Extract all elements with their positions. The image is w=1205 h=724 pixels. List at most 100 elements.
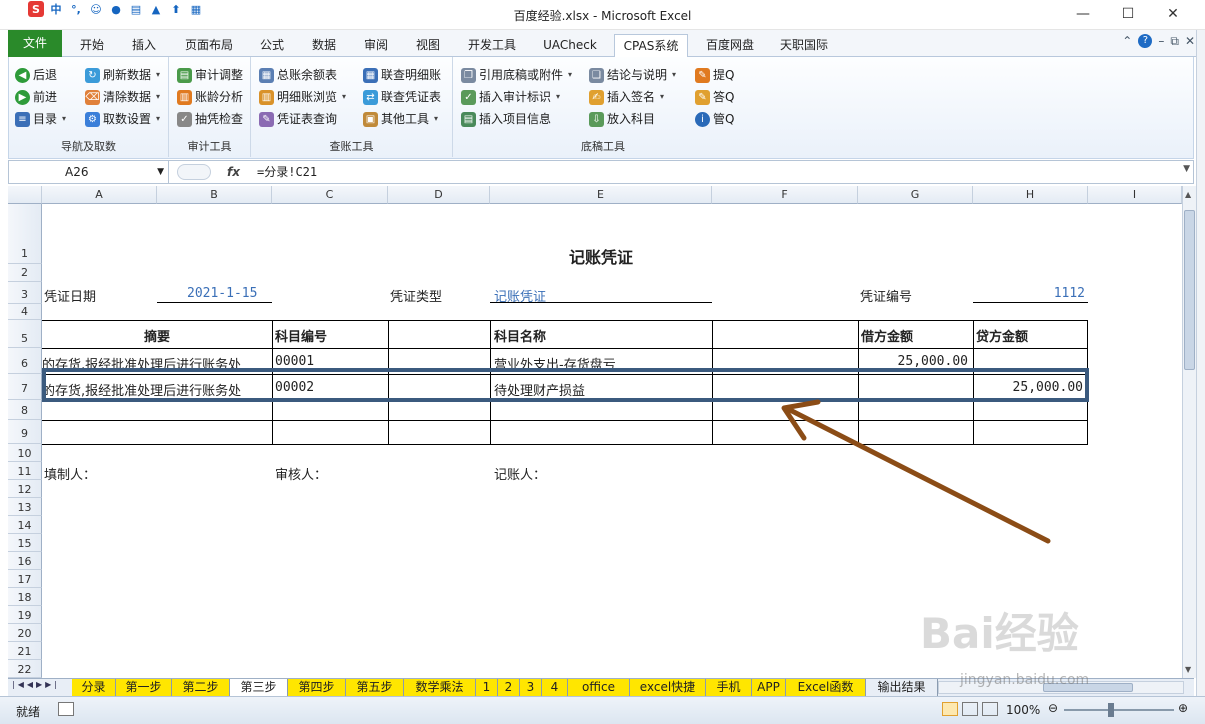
toc-button[interactable]: ≡ 目录 ▾ xyxy=(15,109,66,129)
clear-data-button[interactable]: ⌫ 清除数据 ▾ xyxy=(85,87,160,107)
reviewer-label[interactable]: 审核人： xyxy=(275,464,327,483)
tab-page-layout[interactable]: 页面布局 xyxy=(180,34,238,57)
row-header-13[interactable]: 13 xyxy=(8,498,42,516)
tab-data[interactable]: 数据 xyxy=(306,34,342,57)
sheet-tab[interactable]: excel快捷 xyxy=(630,679,706,696)
voucher-check-button[interactable]: ✓ 抽凭检查 xyxy=(177,109,243,129)
sheet-tab[interactable]: APP xyxy=(752,679,786,696)
row-header-18[interactable]: 18 xyxy=(8,588,42,606)
zoom-out-icon[interactable]: ⊖ xyxy=(1048,701,1058,715)
link-detail-button[interactable]: ▦ 联查明细账 xyxy=(363,65,441,85)
minimize-doc-icon[interactable]: – xyxy=(1158,34,1164,49)
row-header-22[interactable]: 22 xyxy=(8,660,42,678)
row-header-20[interactable]: 20 xyxy=(8,624,42,642)
entry-1-summary[interactable]: 的存货,报经批准处理后进行账务处 xyxy=(42,354,272,368)
sheet-tab[interactable]: 分录 xyxy=(72,679,116,696)
scroll-up-icon[interactable]: ▲ xyxy=(1185,190,1191,199)
maximize-button[interactable]: ☐ xyxy=(1113,4,1143,24)
sheet-tab[interactable]: office xyxy=(568,679,630,696)
help-icon[interactable]: ? xyxy=(1138,34,1153,48)
row-header-16[interactable]: 16 xyxy=(8,552,42,570)
detail-browse-button[interactable]: ▥ 明细账浏览 ▾ xyxy=(259,87,346,107)
row-header-15[interactable]: 15 xyxy=(8,534,42,552)
tab-view[interactable]: 视图 xyxy=(410,34,446,57)
col-header-b[interactable]: B xyxy=(157,186,272,204)
restore-doc-icon[interactable]: ⧉ xyxy=(1170,34,1179,49)
col-header-g[interactable]: G xyxy=(858,186,973,204)
date-label[interactable]: 凭证日期 xyxy=(44,286,96,305)
row-header-2[interactable]: 2 xyxy=(8,264,42,282)
date-value[interactable]: 2021-1-15 xyxy=(187,286,257,301)
row-header-14[interactable]: 14 xyxy=(8,516,42,534)
scroll-down-icon[interactable]: ▼ xyxy=(1185,665,1191,674)
row-header-12[interactable]: 12 xyxy=(8,480,42,498)
sheet-tab[interactable]: 第二步 xyxy=(172,679,230,696)
row-header-9[interactable]: 9 xyxy=(8,420,42,444)
forward-button[interactable]: ▶ 前进 xyxy=(15,87,57,107)
row-header-7[interactable]: 7 xyxy=(8,374,42,400)
row-header-5[interactable]: 5 xyxy=(8,320,42,348)
sheet-tab[interactable]: 输出结果 xyxy=(866,679,938,696)
tab-review[interactable]: 审阅 xyxy=(358,34,394,57)
refresh-data-button[interactable]: ↻ 刷新数据 ▾ xyxy=(85,65,160,85)
row-header-1[interactable]: 1 xyxy=(8,204,42,264)
collapse-ribbon-icon[interactable]: ⌃ xyxy=(1122,34,1132,49)
entry-1-name[interactable]: 营业外支出-存货盘亏 xyxy=(494,354,616,368)
cite-workpaper-button[interactable]: ❐ 引用底稿或附件 ▾ xyxy=(461,65,572,85)
normal-view-icon[interactable] xyxy=(942,702,958,716)
sheet-tab[interactable]: 数学乘法 xyxy=(404,679,476,696)
sheet-tab[interactable]: 3 xyxy=(520,679,542,696)
page-layout-view-icon[interactable] xyxy=(962,702,978,716)
sheet-nav-arrows[interactable]: |◀◀▶▶| xyxy=(12,680,60,689)
raise-q-button[interactable]: ✎ 提Q xyxy=(695,65,734,85)
vertical-scrollbar[interactable]: ▲ ▼ xyxy=(1182,186,1196,678)
sheet-tab[interactable]: 1 xyxy=(476,679,498,696)
close-button[interactable]: ✕ xyxy=(1158,4,1188,24)
header-account-code[interactable]: 科目编号 xyxy=(275,326,327,345)
sheet-tab[interactable]: Excel函数 xyxy=(786,679,866,696)
entry-1-debit[interactable]: 25,000.00 xyxy=(858,354,968,368)
chevron-down-icon[interactable]: ▼ xyxy=(157,161,164,183)
minimize-button[interactable]: — xyxy=(1068,4,1098,24)
col-header-f[interactable]: F xyxy=(712,186,858,204)
manage-q-button[interactable]: i 管Q xyxy=(695,109,734,129)
bookkeeper-label[interactable]: 记账人： xyxy=(494,464,546,483)
back-button[interactable]: ◀ 后退 xyxy=(15,65,57,85)
number-value[interactable]: 1112 xyxy=(973,286,1085,301)
preparer-label[interactable]: 填制人： xyxy=(44,464,96,483)
col-header-h[interactable]: H xyxy=(973,186,1088,204)
header-debit[interactable]: 借方金额 xyxy=(861,326,913,345)
sheet-tab[interactable]: 第四步 xyxy=(288,679,346,696)
col-header-i[interactable]: I xyxy=(1088,186,1182,204)
zoom-slider-thumb[interactable] xyxy=(1108,703,1114,717)
type-label[interactable]: 凭证类型 xyxy=(390,286,442,305)
voucher-title[interactable]: 记账凭证 xyxy=(490,244,712,268)
voucher-query-button[interactable]: ✎ 凭证表查询 xyxy=(259,109,337,129)
tab-developer[interactable]: 开发工具 xyxy=(462,34,522,57)
fetch-settings-button[interactable]: ⚙ 取数设置 ▾ xyxy=(85,109,160,129)
tab-formulas[interactable]: 公式 xyxy=(254,34,290,57)
tab-uacheck[interactable]: UACheck xyxy=(538,34,602,57)
aging-analysis-button[interactable]: ▥ 账龄分析 xyxy=(177,87,243,107)
answer-q-button[interactable]: ✎ 答Q xyxy=(695,87,734,107)
insert-project-info-button[interactable]: ▤ 插入项目信息 xyxy=(461,109,551,129)
header-credit[interactable]: 贷方金额 xyxy=(976,326,1028,345)
sheet-tab[interactable]: 第五步 xyxy=(346,679,404,696)
header-summary[interactable]: 摘要 xyxy=(42,326,272,345)
macro-record-icon[interactable] xyxy=(58,702,74,716)
row-header-17[interactable]: 17 xyxy=(8,570,42,588)
insert-audit-mark-button[interactable]: ✓ 插入审计标识 ▾ xyxy=(461,87,560,107)
col-header-c[interactable]: C xyxy=(272,186,388,204)
col-header-a[interactable]: A xyxy=(42,186,157,204)
insert-signature-button[interactable]: ✍ 插入签名 ▾ xyxy=(589,87,664,107)
other-tools-button[interactable]: ▣ 其他工具 ▾ xyxy=(363,109,438,129)
vertical-scroll-thumb[interactable] xyxy=(1184,210,1195,370)
sheet-tab-active[interactable]: 第三步 xyxy=(230,679,288,696)
sheet-tab[interactable]: 2 xyxy=(498,679,520,696)
row-header-8[interactable]: 8 xyxy=(8,400,42,420)
tab-cpas[interactable]: CPAS系统 xyxy=(614,34,688,58)
row-header-6[interactable]: 6 xyxy=(8,348,42,374)
row-header-19[interactable]: 19 xyxy=(8,606,42,624)
row-header-4[interactable]: 4 xyxy=(8,304,42,320)
tab-tianzhi[interactable]: 天职国际 xyxy=(774,34,834,57)
